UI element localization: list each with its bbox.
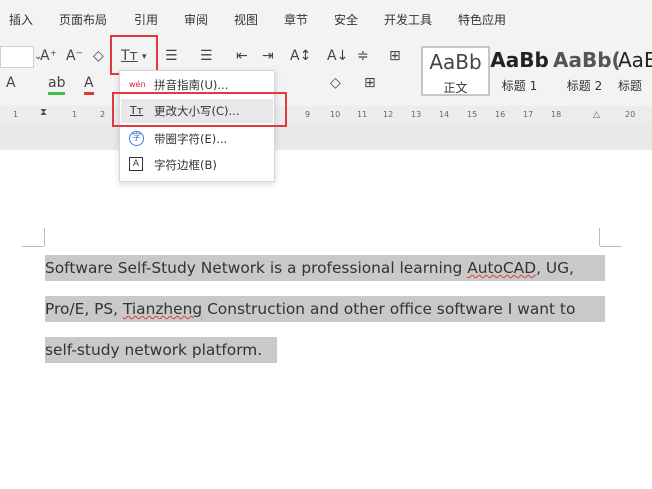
menu-bar: 插入 页面布局 引用 审阅 视图 章节 安全 开发工具 特色应用 bbox=[0, 0, 652, 36]
indent-marker-icon[interactable]: ⧗ bbox=[40, 107, 47, 118]
table-icon[interactable]: ⊞ bbox=[389, 47, 401, 65]
doc-line-3[interactable]: self-study network platform. bbox=[45, 337, 277, 363]
ruler-tick: 15 bbox=[467, 110, 478, 119]
numbered-list-icon[interactable]: ☰ bbox=[200, 47, 213, 65]
tab-review[interactable]: 审阅 bbox=[184, 11, 208, 28]
ruler-tick: 11 bbox=[357, 110, 368, 119]
shading-icon[interactable]: ◇ bbox=[330, 74, 341, 92]
shrink-font-icon[interactable]: A⁻ bbox=[66, 47, 83, 65]
change-case-highlight bbox=[110, 35, 158, 75]
tab-chapter[interactable]: 章节 bbox=[284, 11, 308, 28]
line-spacing-icon[interactable]: ≑ bbox=[357, 47, 369, 65]
sort-icon[interactable]: A↓ bbox=[327, 47, 348, 65]
ruler-tick: 18 bbox=[551, 110, 562, 119]
ruler-tick: 1 bbox=[13, 110, 19, 119]
style-heading-2[interactable]: AaBb( 标题 2 bbox=[553, 46, 621, 93]
eraser-icon[interactable]: ◇ bbox=[93, 47, 104, 65]
tab-view[interactable]: 视图 bbox=[234, 11, 258, 28]
margin-corner-mark bbox=[44, 228, 45, 246]
tab-developer[interactable]: 开发工具 bbox=[384, 11, 432, 28]
outdent-icon[interactable]: ⇤ bbox=[236, 47, 248, 65]
enclosed-character-icon: 字 bbox=[129, 131, 144, 146]
ruler-tick: 12 bbox=[383, 110, 394, 119]
doc-line-2[interactable]: Pro/E, PS, Tianzheng Construction and ot… bbox=[45, 296, 605, 322]
character-border-icon: A bbox=[129, 157, 143, 171]
indent-icon[interactable]: ⇥ bbox=[262, 47, 274, 65]
font-size-field[interactable] bbox=[0, 46, 34, 68]
tab-insert[interactable]: 插入 bbox=[9, 11, 33, 28]
margin-corner-mark bbox=[599, 228, 600, 246]
tab-special-apps[interactable]: 特色应用 bbox=[458, 11, 506, 28]
style-heading-1[interactable]: AaBb 标题 1 bbox=[488, 46, 551, 93]
ribbon-toolbar: ⌄ A⁺ A⁻ ◇ Tт ▾ ☰ ☰ ⇤ ⇥ A↕ A↓ ≑ ⊞ A ab A … bbox=[0, 36, 652, 107]
highlight-icon[interactable]: ab bbox=[48, 74, 66, 95]
menu-item-character-border[interactable]: A 字符边框(B) bbox=[121, 153, 273, 177]
doc-line-1[interactable]: Software Self-Study Network is a profess… bbox=[45, 255, 605, 281]
ruler-tick: 9 bbox=[305, 110, 311, 119]
ruler-tick: 1 bbox=[72, 110, 78, 119]
ruler-tick: 13 bbox=[411, 110, 422, 119]
right-indent-marker-icon[interactable]: △ bbox=[593, 110, 600, 120]
margin-corner-mark bbox=[600, 246, 622, 247]
ruler-tick: 14 bbox=[439, 110, 450, 119]
tab-page-layout[interactable]: 页面布局 bbox=[59, 11, 107, 28]
style-title[interactable]: AaBl 标题 bbox=[618, 46, 652, 92]
ruler-tick: 20 bbox=[625, 110, 636, 119]
text-effect-icon[interactable]: A bbox=[6, 74, 16, 92]
text-direction-icon[interactable]: A↕ bbox=[290, 47, 311, 65]
grow-font-icon[interactable]: A⁺ bbox=[40, 47, 57, 65]
borders-icon[interactable]: ⊞ bbox=[364, 74, 376, 92]
tab-references[interactable]: 引用 bbox=[134, 11, 158, 28]
ruler-tick: 2 bbox=[100, 110, 106, 119]
horizontal-ruler[interactable]: 1 ⧗ 1 2 4 6 8 9 10 11 12 13 14 15 16 17 … bbox=[0, 106, 652, 126]
margin-corner-mark bbox=[22, 246, 44, 247]
ruler-tick: 16 bbox=[495, 110, 506, 119]
menu-item-highlight bbox=[112, 92, 287, 127]
font-color-icon[interactable]: A bbox=[84, 74, 94, 95]
bullet-list-icon[interactable]: ☰ bbox=[165, 47, 178, 65]
style-normal[interactable]: AaBb 正文 bbox=[421, 46, 490, 96]
menu-item-enclosed-characters[interactable]: 字 带圈字符(E)... bbox=[121, 127, 273, 151]
ruler-tick: 17 bbox=[523, 110, 534, 119]
ruler-tick: 10 bbox=[330, 110, 341, 119]
tab-security[interactable]: 安全 bbox=[334, 11, 358, 28]
phonetic-icon: wén bbox=[129, 80, 146, 89]
